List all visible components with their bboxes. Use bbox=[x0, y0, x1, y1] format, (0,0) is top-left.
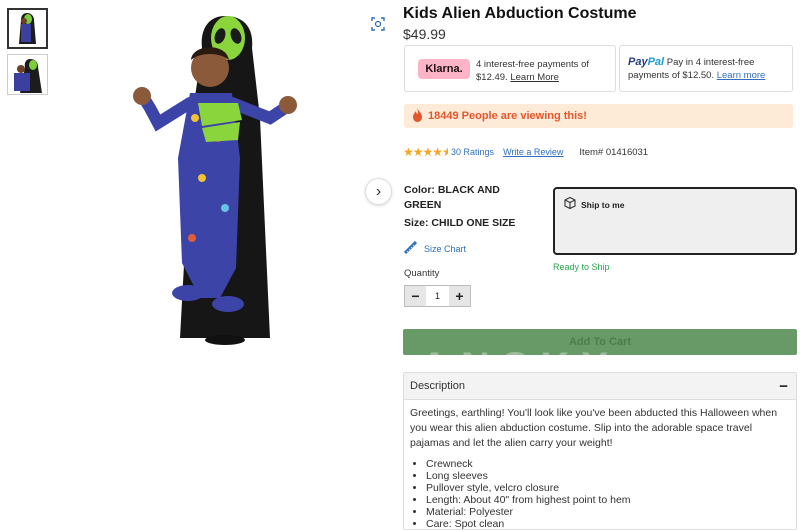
list-item: Care: Spot clean bbox=[426, 518, 790, 530]
size-option: Size: CHILD ONE SIZE bbox=[404, 217, 516, 229]
product-price: $49.99 bbox=[403, 26, 446, 42]
list-item: Pullover style, velcro closure bbox=[426, 482, 790, 494]
costume-thumbnail-image bbox=[9, 10, 46, 47]
list-item: Long sleeves bbox=[426, 470, 790, 482]
next-image-button[interactable]: › bbox=[365, 178, 392, 205]
product-title: Kids Alien Abduction Costume bbox=[403, 5, 637, 22]
viewing-alert: 18449 People are viewing this! bbox=[404, 104, 793, 128]
description-panel: Description − Greetings, earthling! You'… bbox=[403, 372, 797, 530]
description-intro: Greetings, earthling! You'll look like y… bbox=[410, 407, 778, 449]
chevron-right-icon: › bbox=[375, 182, 382, 200]
viewing-text: 18449 People are viewing this! bbox=[428, 110, 587, 122]
paypal-logo-pay: Pay bbox=[628, 56, 648, 68]
description-bullets: Crewneck Long sleeves Pullover style, ve… bbox=[410, 458, 790, 530]
size-chart-label: Size Chart bbox=[424, 244, 467, 254]
quantity-label: Quantity bbox=[404, 268, 440, 279]
size-chart-link[interactable]: Size Chart bbox=[403, 240, 467, 257]
color-option: Color: BLACK AND GREEN bbox=[404, 184, 500, 211]
collapse-icon[interactable]: − bbox=[779, 378, 788, 395]
paypal-payment-box: PayPal Pay in 4 interest-free payments o… bbox=[619, 45, 793, 92]
thumbnail-1[interactable] bbox=[7, 8, 48, 49]
klarna-logo: Klarna. bbox=[418, 59, 470, 79]
ready-to-ship-status: Ready to Ship bbox=[553, 262, 610, 272]
paypal-logo: PayPal bbox=[628, 56, 664, 68]
klarna-line1: 4 interest-free payments of bbox=[476, 59, 589, 70]
paypal-logo-pal: Pal bbox=[647, 56, 665, 68]
list-item: Material: Polyester bbox=[426, 506, 790, 518]
quantity-stepper: − 1 + bbox=[404, 285, 471, 307]
klarna-learn-more-link[interactable]: Learn More bbox=[510, 72, 559, 83]
write-review-link[interactable]: Write a Review bbox=[503, 147, 563, 157]
list-item: Length: About 40" from highest point to … bbox=[426, 494, 790, 506]
klarna-payment-box: Klarna. 4 interest-free payments of $12.… bbox=[404, 45, 616, 92]
main-product-image bbox=[120, 8, 320, 348]
ship-to-me-option[interactable]: Ship to me bbox=[553, 187, 797, 255]
description-header[interactable]: Description − bbox=[404, 373, 796, 400]
item-number: Item# 01416031 bbox=[579, 146, 649, 158]
klarna-amount: $12.49. bbox=[476, 72, 508, 83]
ship-to-me-label: Ship to me bbox=[581, 199, 625, 210]
quantity-input[interactable]: 1 bbox=[426, 286, 449, 306]
quantity-increase-button[interactable]: + bbox=[449, 286, 470, 306]
star-rating-icon: ★★★★★ bbox=[403, 145, 449, 159]
ratings-row: ★★★★★ 30 Ratings Write a Review Item# 01… bbox=[403, 145, 648, 159]
paypal-learn-more-link[interactable]: Learn more bbox=[717, 70, 766, 81]
thumbnail-2[interactable] bbox=[7, 54, 48, 95]
zoom-icon[interactable] bbox=[368, 14, 388, 34]
quantity-decrease-button[interactable]: − bbox=[405, 286, 426, 306]
list-item: Crewneck bbox=[426, 458, 790, 470]
description-title: Description bbox=[410, 380, 466, 392]
package-icon bbox=[563, 196, 577, 213]
ratings-count-link[interactable]: 30 Ratings bbox=[451, 147, 494, 157]
flame-icon bbox=[412, 107, 423, 125]
add-to-cart-button[interactable]: Add To Cart bbox=[403, 329, 797, 355]
ruler-icon bbox=[403, 240, 418, 257]
costume-thumbnail-image-2 bbox=[8, 55, 47, 94]
